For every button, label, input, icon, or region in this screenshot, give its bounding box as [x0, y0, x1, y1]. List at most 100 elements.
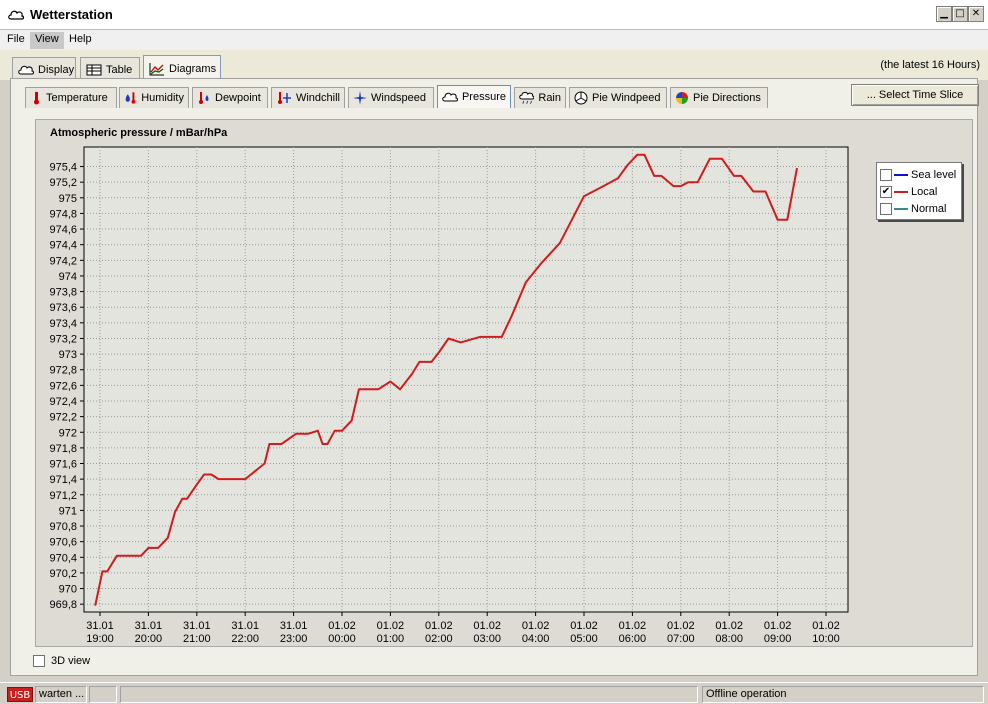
title-bar: Wetterstation ▁ □ ✕ — [0, 0, 988, 30]
tab-pie-directions-label: Pie Directions — [693, 92, 761, 104]
x-tick-date: 01.02 — [425, 620, 453, 632]
y-tick-label: 970 — [59, 584, 77, 596]
y-tick-label: 973 — [59, 349, 77, 361]
legend-checkbox[interactable]: ✔ — [880, 186, 892, 198]
windchill-icon — [277, 92, 291, 104]
x-tick-date: 01.02 — [377, 620, 405, 632]
window-title: Wetterstation — [30, 7, 113, 22]
x-tick-time: 04:00 — [522, 633, 550, 645]
menu-view[interactable]: View — [30, 32, 64, 49]
tab-display[interactable]: Display — [12, 57, 76, 79]
tab-windchill-label: Windchill — [295, 92, 340, 104]
legend-checkbox[interactable] — [880, 203, 892, 215]
legend-checkbox[interactable] — [880, 169, 892, 181]
tab-temperature-label: Temperature — [46, 92, 108, 104]
tab-pie-windpeed[interactable]: Pie Windpeed — [569, 87, 667, 108]
y-tick-label: 970,6 — [49, 537, 77, 549]
x-tick-time: 02:00 — [425, 633, 453, 645]
x-tick-time: 00:00 — [328, 633, 356, 645]
status-mode: Offline operation — [702, 686, 984, 703]
legend-label: Normal — [911, 203, 947, 215]
y-tick-label: 974,4 — [49, 240, 77, 252]
y-tick-label: 969,8 — [49, 599, 77, 611]
legend-label: Local — [911, 186, 938, 198]
weather-cloud-icon — [8, 10, 25, 20]
tab-dewpoint-label: Dewpoint — [215, 92, 261, 104]
y-tick-label: 974 — [59, 271, 77, 283]
pressure-chart: 969,8 970 970,2 970,4 970,6 970,8 971 971,2 971,… — [49, 146, 849, 645]
cloud-icon — [18, 65, 34, 75]
legend-item-local[interactable]: ✔ Local — [880, 184, 937, 200]
x-tick-date: 01.02 — [328, 620, 356, 632]
tab-pressure[interactable]: Pressure — [437, 85, 511, 108]
y-tick-label: 971,2 — [49, 490, 77, 502]
legend-label: Sea level — [911, 169, 957, 181]
y-tick-label: 973,4 — [49, 318, 77, 330]
3d-view-option[interactable]: 3D view — [33, 653, 90, 669]
y-tick-label: 975,2 — [49, 177, 77, 189]
tab-rain[interactable]: Rain — [514, 87, 566, 108]
x-tick-time: 19:00 — [86, 633, 114, 645]
x-tick-time: 10:00 — [812, 633, 840, 645]
3d-view-label: 3D view — [51, 655, 91, 667]
minimize-button[interactable]: ▁ — [936, 6, 952, 22]
y-tick-label: 970,2 — [49, 568, 77, 580]
x-tick-time: 09:00 — [764, 633, 792, 645]
tab-windspeed[interactable]: Windspeed — [348, 87, 434, 108]
tab-diagrams[interactable]: Diagrams — [143, 55, 221, 79]
y-tick-label: 971,6 — [49, 459, 77, 471]
select-time-slice-button[interactable]: ... Select Time Slice — [851, 84, 979, 106]
tab-table[interactable]: Table — [80, 57, 140, 79]
legend-item-normal[interactable]: Normal — [880, 201, 946, 217]
x-tick-time: 07:00 — [667, 633, 695, 645]
cloud-icon — [442, 92, 458, 102]
tab-temperature[interactable]: Temperature — [25, 87, 117, 108]
y-tick-label: 971,4 — [49, 474, 77, 486]
tab-humidity-label: Humidity — [141, 92, 184, 104]
x-tick-time: 03:00 — [473, 633, 501, 645]
legend-item-sea-level[interactable]: Sea level — [880, 167, 956, 183]
y-tick-label: 975,4 — [49, 162, 77, 174]
menu-file[interactable]: File — [2, 32, 30, 49]
y-tick-label: 972,4 — [49, 396, 77, 408]
maximize-button[interactable]: □ — [952, 6, 968, 22]
x-tick-date: 31.01 — [280, 620, 308, 632]
tab-windspeed-label: Windspeed — [371, 92, 427, 104]
tab-table-label: Table — [106, 64, 133, 76]
tab-display-label: Display — [38, 64, 75, 76]
usb-status-badge: USB — [7, 687, 33, 702]
menu-help[interactable]: Help — [64, 32, 97, 49]
y-tick-label: 970,4 — [49, 552, 77, 564]
x-tick-time: 23:00 — [280, 633, 308, 645]
x-tick-date: 01.02 — [522, 620, 550, 632]
y-tick-label: 972,2 — [49, 412, 77, 424]
rain-cloud-icon — [519, 91, 535, 104]
compass-icon — [353, 91, 367, 105]
y-tick-label: 971 — [59, 505, 77, 517]
chart-panel: Atmospheric pressure / mBar/hPa 969,8 970… — [35, 119, 973, 647]
y-tick-label: 973,8 — [49, 287, 77, 299]
y-tick-label: 973,6 — [49, 302, 77, 314]
x-tick-date: 31.01 — [135, 620, 163, 632]
tab-humidity[interactable]: Humidity — [119, 87, 189, 108]
minimize-icon: ▁ — [940, 8, 948, 19]
x-tick-date: 01.02 — [812, 620, 840, 632]
3d-view-checkbox[interactable] — [33, 655, 45, 667]
y-tick-label: 974,2 — [49, 255, 77, 267]
tab-pressure-label: Pressure — [461, 91, 506, 103]
tab-pie-windpeed-label: Pie Windpeed — [592, 92, 661, 104]
x-tick-date: 31.01 — [183, 620, 211, 632]
y-tick-label: 970,8 — [49, 521, 77, 533]
dewpoint-icon — [199, 92, 209, 104]
legend-swatch — [894, 208, 908, 210]
tab-pie-directions[interactable]: Pie Directions — [670, 87, 768, 108]
x-tick-date: 01.02 — [667, 620, 695, 632]
tab-windchill[interactable]: Windchill — [271, 87, 345, 108]
pie-chart-icon — [574, 91, 588, 105]
status-state: warten ... — [35, 686, 87, 703]
y-tick-label: 973,2 — [49, 333, 77, 345]
close-button[interactable]: ✕ — [968, 6, 984, 22]
maximize-icon: □ — [955, 8, 965, 19]
plot-area — [83, 146, 849, 613]
tab-dewpoint[interactable]: Dewpoint — [192, 87, 268, 108]
